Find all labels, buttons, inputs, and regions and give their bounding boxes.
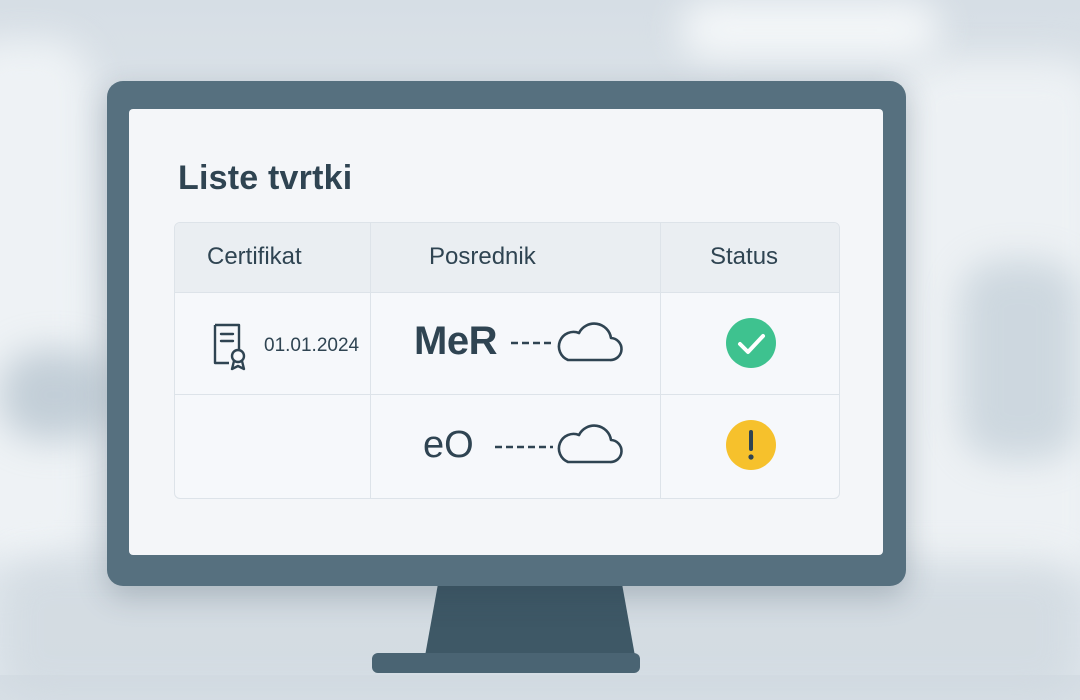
- monitor-frame: Liste tvrtki Certifikat Posrednik Status: [107, 81, 906, 586]
- intermediary-name: eO: [423, 424, 474, 466]
- screen: Liste tvrtki Certifikat Posrednik Status: [129, 109, 883, 555]
- background-blur: [0, 40, 90, 560]
- exclamation-circle-icon: [726, 420, 776, 470]
- table-row[interactable]: 01.01.2024 MeR: [175, 293, 839, 395]
- header-cell-certificate[interactable]: Certifikat: [175, 223, 371, 292]
- header-cell-intermediary[interactable]: Posrednik: [371, 223, 661, 292]
- certificate-date: 01.01.2024: [264, 335, 360, 356]
- background-blur: [960, 260, 1080, 460]
- table-row[interactable]: eO: [175, 395, 839, 498]
- header-label: Posrednik: [429, 243, 536, 270]
- monitor-stand-base: [372, 653, 640, 673]
- intermediary-cell: MeR: [371, 293, 661, 394]
- intermediary-cell: eO: [371, 395, 661, 498]
- intermediary-name: MeR: [414, 319, 497, 363]
- table-header: Certifikat Posrednik Status: [175, 223, 839, 293]
- certificate-icon: [213, 323, 246, 371]
- company-table: Certifikat Posrednik Status 01.01.2024 M…: [174, 222, 840, 499]
- header-label: Certifikat: [207, 243, 302, 270]
- certificate-cell: [175, 395, 371, 498]
- background-blur: [680, 0, 940, 60]
- cloud-icon: [557, 322, 623, 362]
- cloud-icon: [557, 424, 623, 464]
- certificate-cell: 01.01.2024: [175, 293, 371, 394]
- status-cell: [661, 293, 839, 394]
- connection-dashes: [495, 445, 553, 449]
- monitor-stand-neck: [425, 586, 635, 656]
- check-circle-icon: [726, 318, 776, 368]
- status-cell: [661, 395, 839, 498]
- header-cell-status[interactable]: Status: [661, 223, 839, 292]
- header-label: Status: [710, 243, 779, 270]
- background-blur: [0, 350, 110, 440]
- page-title: Liste tvrtki: [178, 159, 353, 197]
- connection-dashes: [511, 341, 553, 345]
